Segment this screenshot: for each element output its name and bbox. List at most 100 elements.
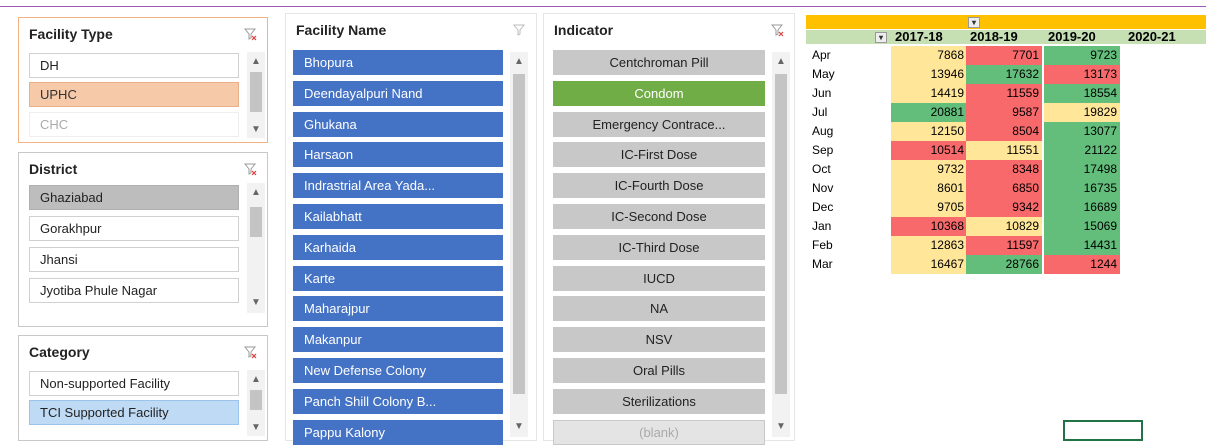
value-cell[interactable]: 21122	[1044, 141, 1120, 160]
value-cell[interactable]: 9342	[966, 198, 1042, 217]
scroll-up-icon[interactable]: ▲	[772, 52, 790, 70]
indicator-item[interactable]: IC-Third Dose	[553, 234, 765, 260]
value-cell[interactable]: 6850	[966, 179, 1042, 198]
scroll-down-icon[interactable]: ▼	[247, 120, 265, 138]
scroll-up-icon[interactable]: ▲	[247, 52, 265, 70]
year-header: 2018-19	[970, 29, 1018, 44]
facility-name-item[interactable]: New Defense Colony	[293, 358, 503, 383]
indicator-item[interactable]: NA	[553, 296, 765, 322]
facility-type-item-uphc[interactable]: UPHC	[29, 82, 239, 107]
value-cell[interactable]: 9587	[966, 103, 1042, 122]
value-cell[interactable]: 11559	[966, 84, 1042, 103]
value-cell[interactable]: 7868	[891, 46, 967, 65]
year-header: 2019-20	[1048, 29, 1096, 44]
clear-filter-icon[interactable]	[512, 23, 526, 37]
facility-name-item[interactable]: Ghukana	[293, 111, 503, 137]
value-cell[interactable]: 17632	[966, 65, 1042, 84]
district-item-jhansi[interactable]: Jhansi	[29, 247, 239, 272]
value-cell[interactable]: 13077	[1044, 122, 1120, 141]
facility-name-item[interactable]: Kailabhatt	[293, 204, 503, 229]
indicator-item[interactable]: IC-First Dose	[553, 142, 765, 168]
facility-name-item[interactable]: Maharajpur	[293, 296, 503, 322]
value-cell[interactable]: 14419	[891, 84, 967, 103]
value-cell[interactable]: 12150	[891, 122, 967, 141]
value-cell[interactable]: 9705	[891, 198, 967, 217]
value-cell[interactable]: 17498	[1044, 160, 1120, 179]
indicator-scrollbar[interactable]: ▲ ▼	[772, 52, 790, 437]
facility-name-item[interactable]: Deendayalpuri Nand	[293, 80, 503, 106]
value-cell[interactable]: 1244	[1044, 255, 1120, 274]
indicator-item[interactable]: Oral Pills	[553, 358, 765, 383]
value-cell[interactable]: 18554	[1044, 84, 1120, 103]
scroll-thumb[interactable]	[250, 390, 262, 410]
indicator-item[interactable]: NSV	[553, 327, 765, 353]
scroll-down-icon[interactable]: ▼	[247, 293, 265, 311]
clear-filter-icon[interactable]	[770, 23, 784, 37]
value-cell[interactable]: 10829	[966, 217, 1042, 236]
value-cell[interactable]: 20881	[891, 103, 967, 122]
value-cell[interactable]: 12863	[891, 236, 967, 255]
facility-name-item[interactable]: Karhaida	[293, 234, 503, 260]
clear-filter-icon[interactable]	[243, 345, 257, 359]
category-item-non-supported[interactable]: Non-supported Facility	[29, 371, 239, 396]
district-item-jyotiba-phule-nagar[interactable]: Jyotiba Phule Nagar	[29, 278, 239, 303]
district-item-ghaziabad[interactable]: Ghaziabad	[29, 185, 239, 210]
value-cell[interactable]: 11597	[966, 236, 1042, 255]
facility-name-scrollbar[interactable]: ▲ ▼	[510, 52, 528, 437]
facility-name-item[interactable]: Karte	[293, 265, 503, 291]
indicator-item[interactable]: Condom	[553, 80, 765, 106]
category-item-tci-supported[interactable]: TCI Supported Facility	[29, 400, 239, 425]
scroll-thumb[interactable]	[513, 74, 525, 394]
district-item-gorakhpur[interactable]: Gorakhpur	[29, 216, 239, 241]
value-cell[interactable]: 16689	[1044, 198, 1120, 217]
month-cell: Aug	[812, 124, 834, 138]
value-cell[interactable]: 15069	[1044, 217, 1120, 236]
scroll-thumb[interactable]	[775, 74, 787, 394]
value-cell[interactable]: 13946	[891, 65, 967, 84]
indicator-item[interactable]: Sterilizations	[553, 388, 765, 414]
value-cell[interactable]: 14431	[1044, 236, 1120, 255]
value-cell[interactable]: 11551	[966, 141, 1042, 160]
month-dropdown-icon[interactable]: ▾	[875, 32, 887, 43]
district-scrollbar[interactable]: ▲ ▼	[247, 183, 265, 313]
scroll-thumb[interactable]	[250, 72, 262, 112]
indicator-item[interactable]: Centchroman Pill	[553, 50, 765, 75]
category-scrollbar[interactable]: ▲ ▼	[247, 370, 265, 436]
value-cell[interactable]: 8348	[966, 160, 1042, 179]
selected-cell[interactable]	[1063, 420, 1143, 441]
facility-type-scrollbar[interactable]: ▲ ▼	[247, 52, 265, 138]
facility-type-item-chc[interactable]: CHC	[29, 112, 239, 137]
clear-filter-icon[interactable]	[243, 27, 257, 41]
scroll-up-icon[interactable]: ▲	[247, 370, 265, 388]
facility-type-item-dh[interactable]: DH	[29, 53, 239, 78]
scroll-down-icon[interactable]: ▼	[510, 417, 528, 435]
value-cell[interactable]: 7701	[966, 46, 1042, 65]
scroll-down-icon[interactable]: ▼	[247, 418, 265, 436]
value-cell[interactable]: 8504	[966, 122, 1042, 141]
value-cell[interactable]: 8601	[891, 179, 967, 198]
indicator-item[interactable]: Emergency Contrace...	[553, 111, 765, 137]
value-cell[interactable]: 19829	[1044, 103, 1120, 122]
value-cell[interactable]: 16467	[891, 255, 967, 274]
indicator-item[interactable]: IC-Second Dose	[553, 204, 765, 229]
facility-name-item[interactable]: Indrastrial Area Yada...	[293, 173, 503, 199]
value-cell[interactable]: 16735	[1044, 179, 1120, 198]
facility-name-item[interactable]: Makanpur	[293, 327, 503, 353]
value-cell[interactable]: 10514	[891, 141, 967, 160]
indicator-item[interactable]: IC-Fourth Dose	[553, 173, 765, 199]
scroll-up-icon[interactable]: ▲	[247, 183, 265, 201]
facility-name-item[interactable]: Bhopura	[293, 50, 503, 75]
scroll-thumb[interactable]	[250, 207, 262, 237]
facility-name-item[interactable]: Harsaon	[293, 142, 503, 168]
clear-filter-icon[interactable]	[243, 162, 257, 176]
scroll-up-icon[interactable]: ▲	[510, 52, 528, 70]
indicator-item[interactable]: IUCD	[553, 265, 765, 291]
value-cell[interactable]: 9723	[1044, 46, 1120, 65]
value-cell[interactable]: 13173	[1044, 65, 1120, 84]
facility-name-item[interactable]: Panch Shill Colony B...	[293, 388, 503, 414]
scroll-down-icon[interactable]: ▼	[772, 417, 790, 435]
value-cell[interactable]: 10368	[891, 217, 967, 236]
fy-dropdown-icon[interactable]: ▾	[968, 17, 980, 28]
value-cell[interactable]: 9732	[891, 160, 967, 179]
value-cell[interactable]: 28766	[966, 255, 1042, 274]
